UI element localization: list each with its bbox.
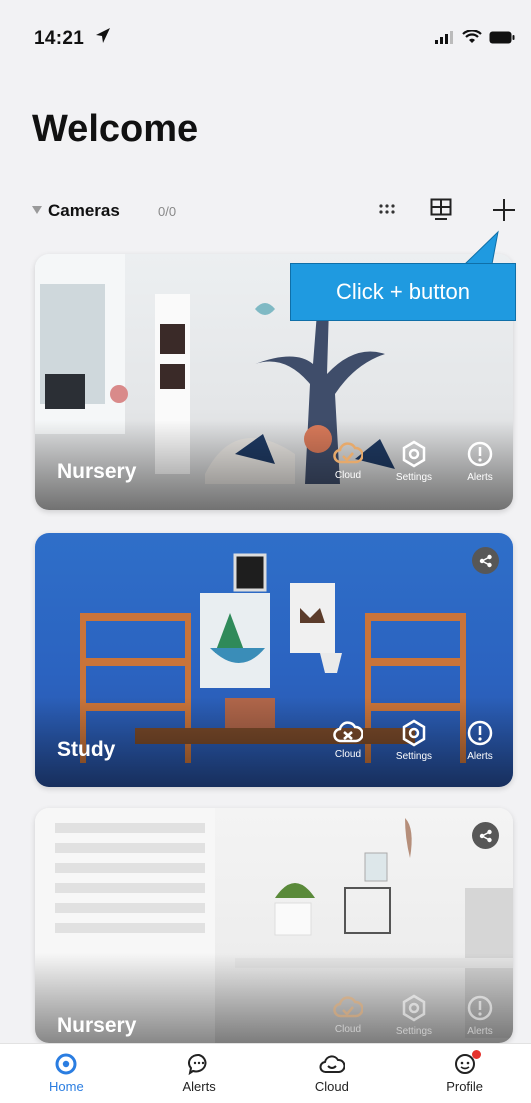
alerts-action[interactable]: Alerts [447, 994, 513, 1037]
share-icon [479, 829, 492, 842]
tab-home[interactable]: Home [0, 1044, 133, 1103]
alerts-label: Alerts [467, 472, 493, 483]
camera-actions: Cloud Settings Alerts [315, 719, 513, 762]
tab-label: Cloud [314, 1079, 349, 1094]
grid-view-icon[interactable] [379, 202, 395, 218]
share-button[interactable] [472, 822, 499, 849]
settings-icon [402, 440, 426, 468]
collapse-triangle-icon[interactable] [32, 206, 42, 214]
alerts-label: Alerts [467, 751, 493, 762]
cloud-active-icon [333, 996, 363, 1018]
camera-name: Study [57, 738, 116, 761]
alert-icon [467, 720, 493, 746]
settings-action[interactable]: Settings [381, 440, 447, 483]
signal-icon [435, 31, 453, 44]
tab-label: Alerts [182, 1079, 216, 1094]
camera-actions: Cloud Settings Alerts [315, 994, 513, 1037]
add-camera-plus-icon[interactable] [490, 196, 518, 224]
settings-action[interactable]: Settings [381, 719, 447, 762]
cloud-label: Cloud [334, 1024, 362, 1035]
cloud-off-icon [333, 721, 363, 743]
alerts-action[interactable]: Alerts [447, 719, 513, 762]
chat-bubble-icon [188, 1053, 207, 1076]
alert-icon [467, 995, 493, 1021]
layout-view-icon[interactable] [430, 198, 452, 222]
location-arrow-icon [96, 28, 110, 43]
share-icon [479, 554, 492, 567]
share-button[interactable] [472, 547, 499, 574]
settings-label: Settings [395, 472, 433, 483]
tab-cloud[interactable]: Cloud [266, 1044, 399, 1103]
settings-icon [402, 994, 426, 1022]
cloud-action[interactable]: Cloud [315, 440, 381, 483]
battery-icon [489, 31, 515, 43]
wifi-icon [462, 30, 482, 43]
alerts-label: Alerts [467, 1026, 493, 1037]
cameras-section-header: Cameras 0/0 [32, 196, 522, 230]
home-icon [55, 1053, 77, 1075]
settings-label: Settings [395, 1026, 433, 1037]
cloud-action[interactable]: Cloud [315, 994, 381, 1037]
status-time: 14:21 [34, 28, 85, 49]
settings-label: Settings [395, 751, 433, 762]
cloud-label: Cloud [334, 749, 362, 760]
alert-icon [467, 441, 493, 467]
cloud-action[interactable]: Cloud [315, 719, 381, 762]
instruction-callout: Click + button [290, 263, 516, 321]
cameras-label[interactable]: Cameras [48, 201, 120, 221]
camera-card[interactable]: Nursery Cloud Settings Alerts [35, 808, 513, 1043]
notification-badge [472, 1050, 482, 1059]
camera-card[interactable]: Study Cloud Settings Alerts [35, 533, 513, 787]
cameras-count: 0/0 [158, 204, 177, 219]
tab-label: Profile [446, 1079, 484, 1094]
camera-name: Nursery [57, 460, 137, 483]
tab-label: Home [49, 1079, 84, 1094]
status-bar: 14:21 [0, 0, 531, 80]
camera-actions: Cloud Settings Alerts [315, 440, 513, 483]
camera-name: Nursery [57, 1014, 137, 1037]
settings-action[interactable]: Settings [381, 994, 447, 1037]
bottom-tab-bar: Home Alerts Cloud Profile [0, 1043, 531, 1103]
cloud-icon [319, 1055, 345, 1073]
settings-icon [402, 719, 426, 747]
tab-profile[interactable]: Profile [398, 1044, 531, 1103]
tab-alerts[interactable]: Alerts [133, 1044, 266, 1103]
cloud-active-icon [333, 442, 363, 464]
alerts-action[interactable]: Alerts [447, 440, 513, 483]
cloud-label: Cloud [334, 470, 362, 481]
system-icons [435, 30, 515, 44]
page-title: Welcome [32, 108, 199, 150]
